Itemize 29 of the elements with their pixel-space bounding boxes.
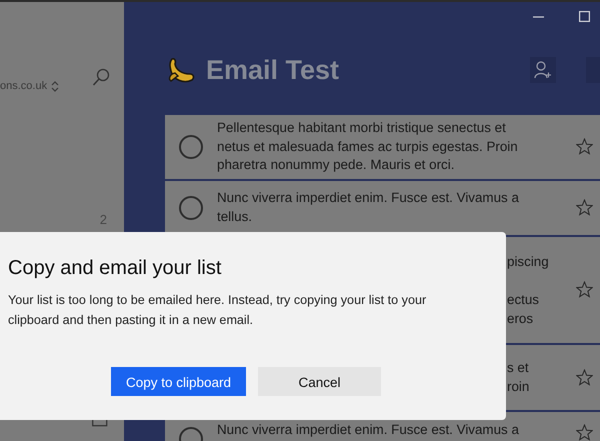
task-text: Nunc viverra imperdiet enim. Fusce est. Vivamus a — [217, 420, 520, 439]
task-text: Pellentesque habitant morbi tristique senectus et netus et malesuada fames ac turpis egestas. Proin pharetra nonummy pede. Mauris et orci. — [217, 119, 519, 174]
task-text: ectus — [507, 290, 540, 308]
star-icon[interactable] — [576, 368, 593, 386]
task-text: piscing — [507, 252, 549, 270]
add-person-button[interactable] — [530, 57, 556, 83]
star-icon[interactable] — [576, 281, 593, 298]
account-name: ons.co.uk — [0, 79, 48, 94]
list-title: Email Test — [206, 56, 340, 84]
star-icon[interactable] — [576, 199, 593, 216]
task-text: roin — [507, 378, 530, 396]
task-text: eros — [507, 310, 534, 328]
task-card[interactable]: Pellentesque habitant morbi tristique senectus et netus et malesuada fames ac turpis egestas. Proin pharetra nonummy pede. Mauris et orci. — [165, 115, 600, 178]
chevron-up-down-icon[interactable] — [51, 80, 60, 92]
star-icon[interactable] — [576, 424, 593, 440]
dialog-message: Your list is too long to be emailed here. Instead, try copying your list to your clipboard and then pasting it in a new email. — [8, 292, 428, 329]
copy-button[interactable]: Copy to clipboard — [111, 367, 246, 396]
task-card[interactable]: Nunc viverra imperdiet enim. Fusce est. Vivamus a tellus. — [165, 180, 600, 234]
task-text: s et — [507, 359, 530, 377]
complete-checkbox[interactable] — [179, 196, 203, 220]
task-text: Nunc viverra imperdiet enim. Fusce est. Vivamus a tellus. — [217, 189, 520, 226]
banana-icon — [166, 56, 196, 84]
search-icon[interactable] — [92, 68, 110, 86]
cancel-button[interactable]: Cancel — [258, 367, 381, 396]
star-icon[interactable] — [576, 138, 593, 156]
maximize-button[interactable] — [579, 10, 590, 22]
dialog-title: Copy and email your list — [8, 256, 222, 280]
add-person-icon — [534, 61, 552, 79]
complete-checkbox[interactable] — [179, 134, 203, 159]
